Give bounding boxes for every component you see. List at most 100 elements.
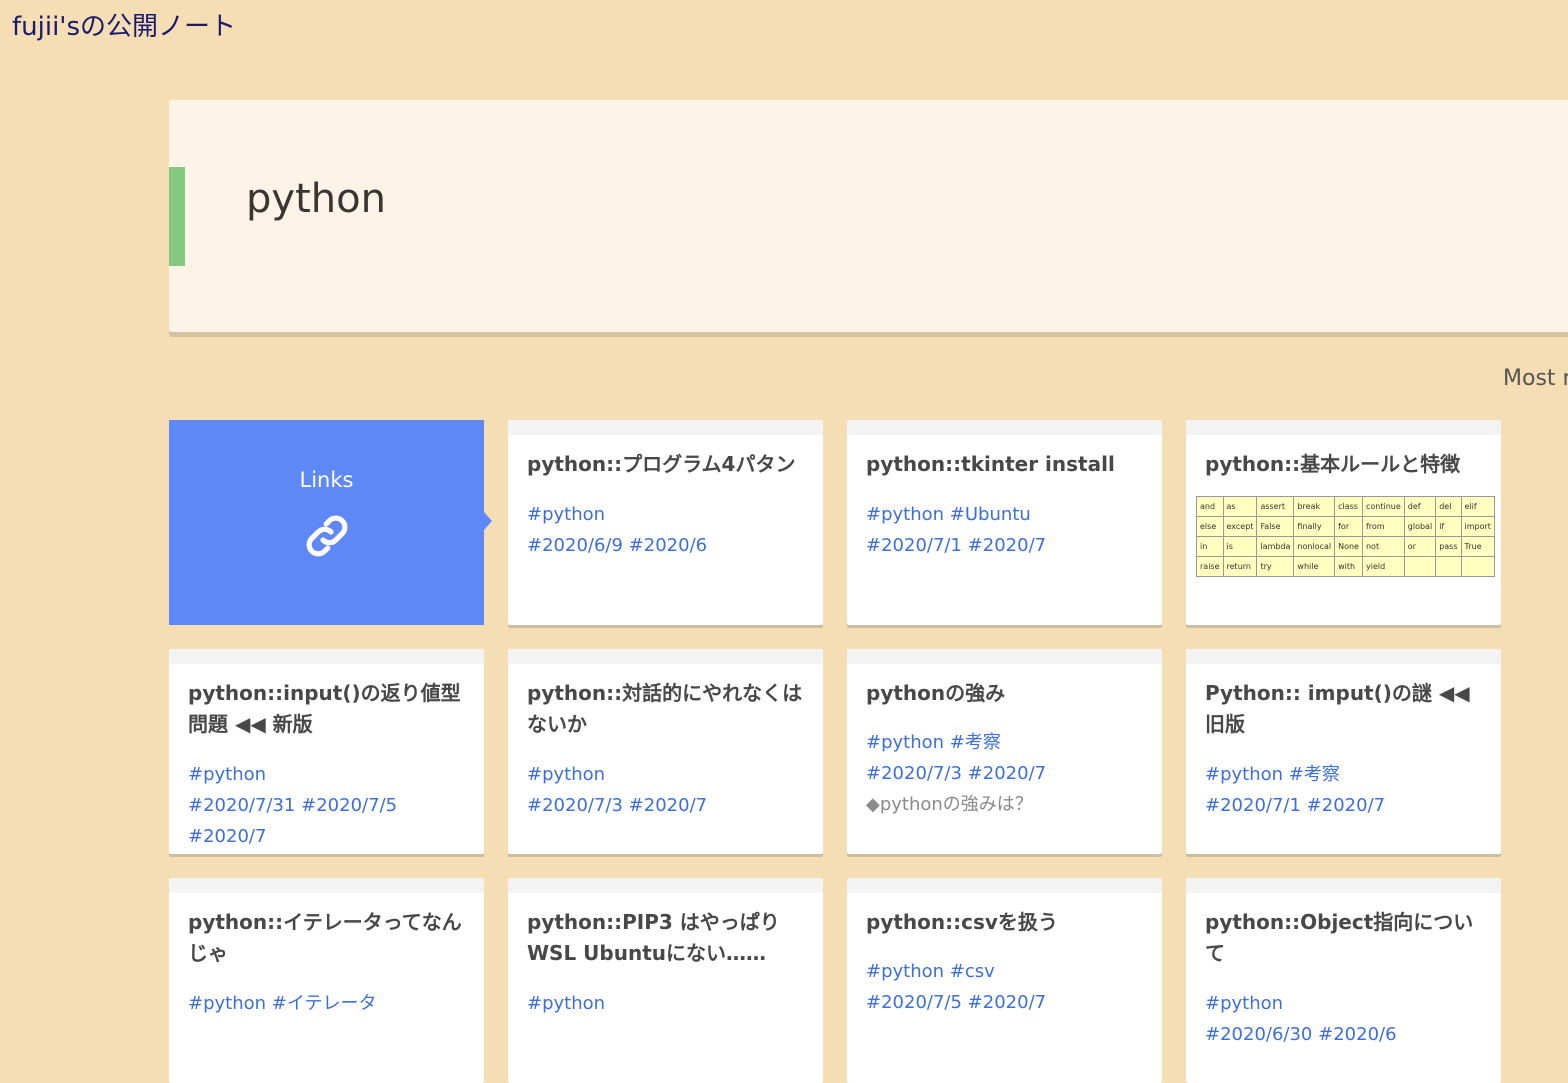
card-top-band — [169, 878, 484, 893]
card-title: pythonの強み — [866, 681, 1006, 705]
keyword-cell: and — [1196, 496, 1224, 517]
card-title: python::input()の返り値型問題 ◀◀ 新版 — [188, 681, 461, 736]
note-card[interactable]: python::PIP3 はやっぱりWSL Ubuntuにない…… #python — [508, 878, 823, 1083]
card-title: Python:: imput()の謎 ◀◀ 旧版 — [1205, 681, 1470, 736]
tag-link[interactable]: #2020/7 — [968, 763, 1046, 784]
keyword-cell: try — [1256, 556, 1295, 577]
keyword-cell: import — [1460, 516, 1495, 537]
note-card[interactable]: python::対話的にやれなくはないか#python#2020/7/3 #20… — [508, 649, 823, 854]
tag-link[interactable]: #2020/7 — [968, 992, 1046, 1013]
keyword-cell: except — [1222, 516, 1258, 537]
keyword-cell — [1435, 556, 1462, 577]
link-icon — [306, 515, 348, 557]
card-date-tags: #2020/7/3 #2020/7 — [866, 758, 1143, 789]
note-card[interactable]: python::Object指向について #python #2020/6/30 #2… — [1186, 878, 1501, 1083]
tag-link[interactable]: #python — [866, 961, 944, 982]
tag-link[interactable]: #2020/7/1 — [1205, 795, 1301, 816]
keyword-cell: None — [1334, 536, 1363, 557]
links-card-label: Links — [299, 468, 354, 492]
page-title: python — [246, 176, 386, 222]
card-tags: #python #考察 — [866, 727, 1143, 758]
note-card[interactable]: python::input()の返り値型問題 ◀◀ 新版#python#2020… — [169, 649, 484, 854]
tag-link[interactable]: #2020/7 — [968, 535, 1046, 556]
keyword-cell: raise — [1196, 556, 1224, 577]
keyword-cell: global — [1403, 516, 1437, 537]
tag-link[interactable]: #2020/7 — [1307, 795, 1385, 816]
card-title: python::対話的にやれなくはないか — [527, 681, 803, 736]
tag-link[interactable]: #csv — [950, 961, 995, 982]
note-card[interactable]: python::基本ルールと特徴 and as assert break class con… — [1186, 420, 1501, 625]
tag-link[interactable]: #2020/7/1 — [866, 535, 962, 556]
card-top-band — [1186, 420, 1501, 435]
tag-link[interactable]: #2020/6/9 — [527, 535, 623, 556]
tag-link[interactable]: #2020/7/5 — [866, 992, 962, 1013]
tag-link[interactable]: #python — [1205, 993, 1283, 1014]
tag-link[interactable]: #python — [188, 993, 266, 1014]
tag-link[interactable]: #2020/7/3 — [866, 763, 962, 784]
card-date-tags: #2020/6/30 #2020/6 — [1205, 1019, 1482, 1050]
tag-link[interactable]: #python — [1205, 764, 1283, 785]
card-tags: #python — [1205, 988, 1482, 1019]
card-tags: #python — [527, 499, 804, 530]
tag-link[interactable]: #python — [188, 764, 266, 785]
tag-link[interactable]: #考察 — [950, 732, 1001, 753]
keyword-cell: def — [1403, 496, 1437, 517]
keyword-cell: class — [1334, 496, 1363, 517]
tag-link[interactable]: #2020/7 — [188, 826, 266, 847]
card-tags: #python #Ubuntu — [866, 499, 1143, 530]
note-card[interactable]: pythonの強み #python #考察 #2020/7/3 #2020/7 ◆py… — [847, 649, 1162, 854]
tag-link[interactable]: #python — [866, 504, 944, 525]
keyword-cell: elif — [1460, 496, 1495, 517]
tag-link[interactable]: #2020/6 — [1318, 1024, 1396, 1045]
tag-link[interactable]: #Ubuntu — [950, 504, 1031, 525]
card-top-band — [169, 649, 484, 664]
links-card[interactable]: Links — [169, 420, 492, 625]
keyword-cell: from — [1361, 516, 1405, 537]
note-card[interactable]: python::プログラム4パタン #python #2020/6/9 #2020/… — [508, 420, 823, 625]
keyword-cell — [1403, 556, 1437, 577]
keyword-cell — [1460, 556, 1495, 577]
note-card[interactable]: Python:: imput()の謎 ◀◀ 旧版 #python #考察 #2020… — [1186, 649, 1501, 854]
tag-link[interactable]: #python — [527, 764, 605, 785]
site-title[interactable]: fujii'sの公開ノート — [12, 6, 236, 43]
card-date-tags: #2020/7/1 #2020/7 — [1205, 790, 1482, 821]
tag-link[interactable]: #考察 — [1289, 764, 1340, 785]
tag-link[interactable]: #python — [527, 993, 605, 1014]
keyword-cell: del — [1435, 496, 1462, 517]
keyword-cell: break — [1293, 496, 1336, 517]
keyword-cell: not — [1361, 536, 1405, 557]
tag-link[interactable]: #2020/7/5 — [301, 795, 397, 816]
keyword-cell: in — [1196, 536, 1224, 557]
card-date-tags: #2020/7/31 #2020/7/5 #2020/7 — [188, 790, 465, 852]
tag-link[interactable]: #2020/6/30 — [1205, 1024, 1312, 1045]
keyword-table-thumbnail: and as assert break class continue def del elif e… — [1196, 496, 1495, 577]
note-card[interactable]: python::イテレータってなんじゃ#python #イテレータ — [169, 878, 484, 1083]
tag-link[interactable]: #2020/7/31 — [188, 795, 295, 816]
tag-link[interactable]: #2020/7 — [629, 795, 707, 816]
keyword-cell: for — [1334, 516, 1363, 537]
tag-link[interactable]: #2020/6 — [629, 535, 707, 556]
keyword-cell: pass — [1435, 536, 1462, 557]
sort-order-label[interactable]: Most r — [1503, 366, 1568, 391]
keyword-cell: return — [1222, 556, 1258, 577]
keyword-cell: nonlocal — [1293, 536, 1336, 557]
keyword-cell: yield — [1361, 556, 1405, 577]
tag-link[interactable]: #2020/7/3 — [527, 795, 623, 816]
keyword-cell: True — [1460, 536, 1495, 557]
card-tags: #python #考察 — [1205, 759, 1482, 790]
card-title: python::イテレータってなんじゃ — [188, 910, 462, 965]
card-top-band — [508, 649, 823, 664]
tag-link[interactable]: #イテレータ — [272, 993, 377, 1014]
tag-link[interactable]: #python — [866, 732, 944, 753]
tag-link[interactable]: #python — [527, 504, 605, 525]
card-date-tags: #2020/7/3 #2020/7 — [527, 790, 804, 821]
page-header: python — [169, 100, 1568, 332]
keyword-cell: else — [1196, 516, 1224, 537]
keyword-cell: is — [1222, 536, 1258, 557]
card-tags: #python — [527, 759, 804, 790]
keyword-cell: while — [1293, 556, 1336, 577]
note-card[interactable]: python::csvを扱う #python #csv #2020/7/5 #202… — [847, 878, 1162, 1083]
note-card[interactable]: python::tkinter install #python #Ubuntu #2… — [847, 420, 1162, 625]
card-description: ◆pythonの強みは？ — [866, 794, 1033, 815]
card-date-tags: #2020/7/5 #2020/7 — [866, 987, 1143, 1018]
